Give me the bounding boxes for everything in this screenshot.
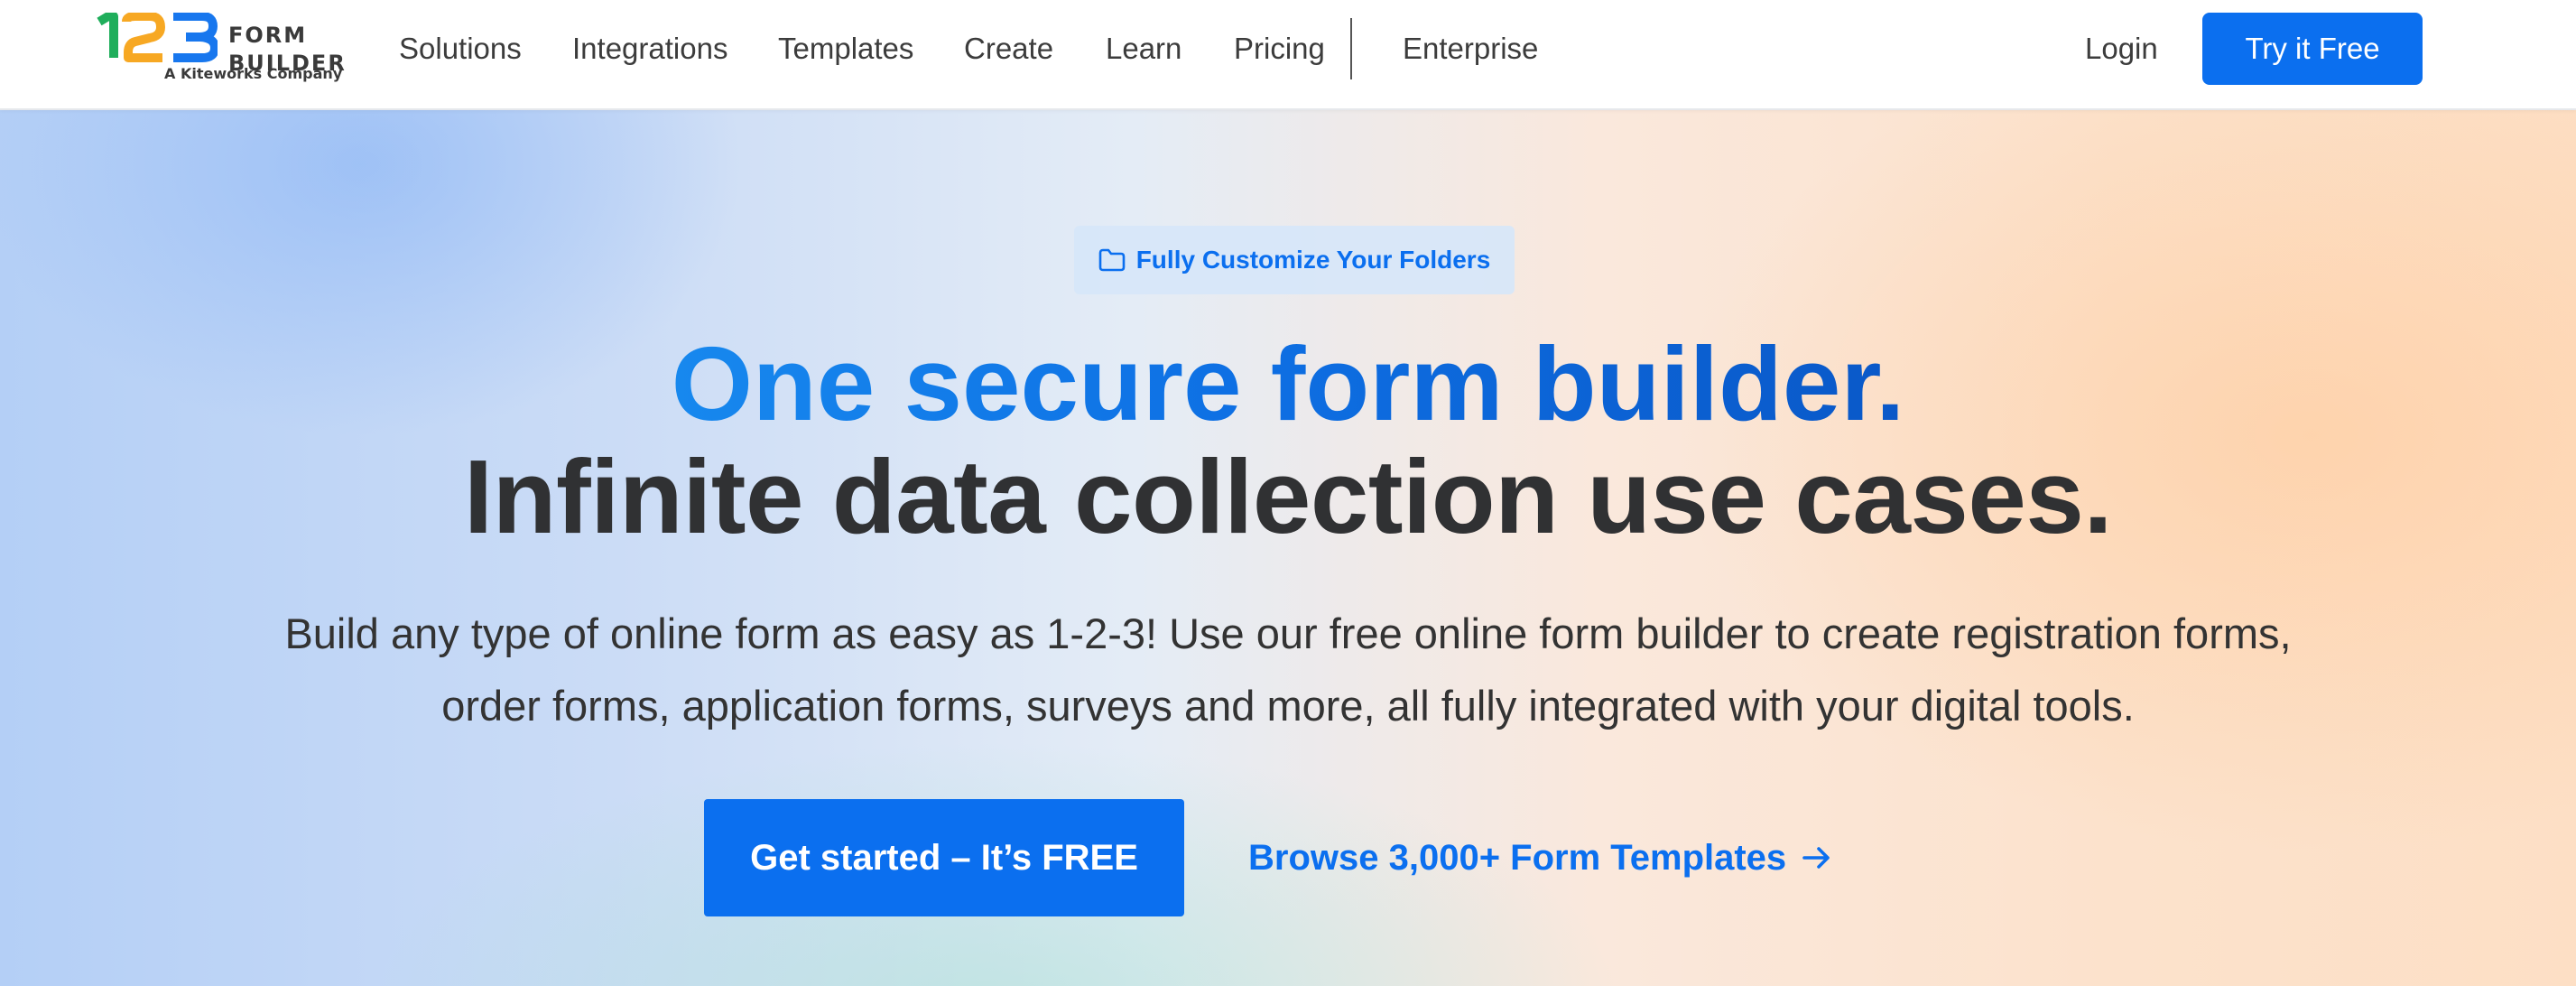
hero-description-line-1: Build any type of online form as easy as… bbox=[284, 609, 2292, 657]
logo[interactable]: FORM BUILDER A Kiteworks Company bbox=[96, 13, 345, 85]
headline-secondary: Infinite data collection use cases. bbox=[463, 438, 2113, 555]
hero-description-line-2: order forms, application forms, surveys … bbox=[441, 682, 2135, 730]
logo-word-form: FORM bbox=[228, 23, 308, 48]
try-it-free-button[interactable]: Try it Free bbox=[2202, 13, 2423, 85]
logo-123-mark bbox=[97, 13, 218, 62]
arrow-right-icon bbox=[1802, 847, 1830, 869]
hero-section: Fully Customize Your Folders One secure … bbox=[0, 110, 2576, 986]
logo-tagline: A Kiteworks Company bbox=[164, 65, 343, 82]
browse-templates-link[interactable]: Browse 3,000+ Form Templates bbox=[1248, 836, 1833, 879]
folder-icon bbox=[1098, 248, 1126, 272]
get-started-button[interactable]: Get started – It’s FREE bbox=[704, 799, 1184, 916]
nav-item-solutions[interactable]: Solutions bbox=[399, 31, 522, 67]
feature-badge[interactable]: Fully Customize Your Folders bbox=[1074, 226, 1515, 294]
nav-divider bbox=[1350, 18, 1352, 79]
headline-primary-text: One secure form builder. bbox=[671, 325, 1905, 442]
nav-item-integrations[interactable]: Integrations bbox=[572, 31, 727, 67]
headline-primary: One secure form builder. bbox=[0, 325, 2576, 442]
login-link[interactable]: Login bbox=[2085, 31, 2158, 67]
hero-description: Build any type of online form as easy as… bbox=[0, 598, 2576, 742]
nav-item-create[interactable]: Create bbox=[964, 31, 1053, 67]
top-navigation: FORM BUILDER A Kiteworks Company Solutio… bbox=[0, 0, 2576, 110]
nav-item-learn[interactable]: Learn bbox=[1106, 31, 1181, 67]
feature-badge-label: Fully Customize Your Folders bbox=[1135, 246, 1491, 274]
nav-item-pricing[interactable]: Pricing bbox=[1234, 31, 1325, 67]
browse-templates-label: Browse 3,000+ Form Templates bbox=[1248, 838, 1787, 878]
nav-item-templates[interactable]: Templates bbox=[778, 31, 913, 67]
nav-item-enterprise[interactable]: Enterprise bbox=[1403, 31, 1538, 67]
